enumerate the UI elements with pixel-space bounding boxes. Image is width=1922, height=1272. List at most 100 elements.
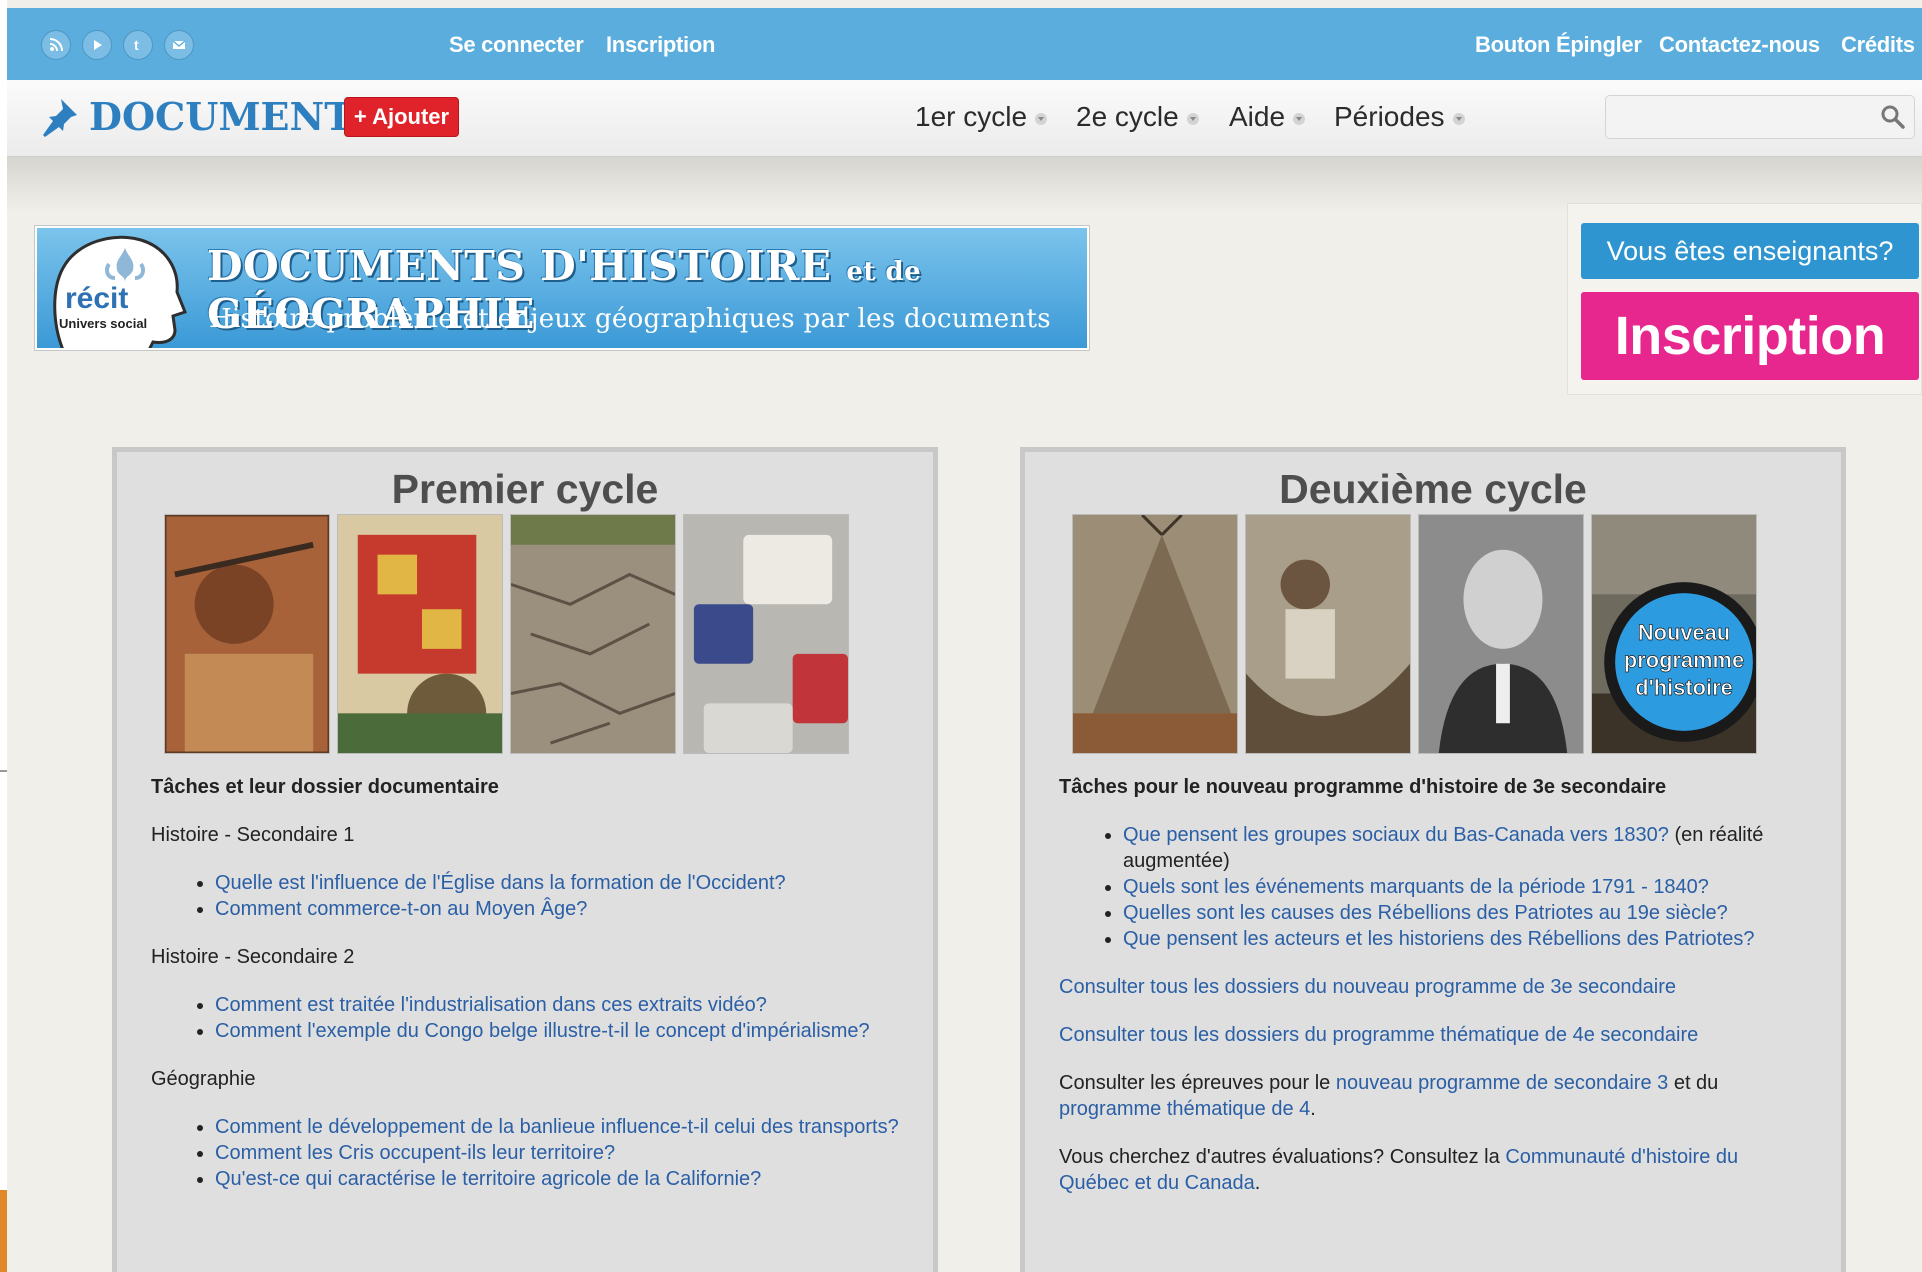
- premier-cycle-panel: Premier cycle Tâches et leur dossier doc…: [112, 447, 938, 1272]
- task-link[interactable]: Comment commerce-t-on au Moyen Âge?: [215, 898, 587, 920]
- task-link[interactable]: Comment le développement de la banlieue …: [215, 1116, 899, 1138]
- premier-content: Tâches et leur dossier documentaire Hist…: [151, 774, 903, 1214]
- signup-link[interactable]: Inscription: [606, 32, 715, 58]
- task-link[interactable]: Quelles sont les causes des Rébellions d…: [1123, 902, 1728, 924]
- list-item: Comment est traitée l'industrialisation …: [215, 992, 903, 1018]
- badge-line: Nouveau: [1638, 620, 1730, 645]
- nouveau-programme-badge[interactable]: Nouveau programme d'histoire: [1602, 543, 1757, 754]
- banner-title-mid: et de: [846, 257, 922, 287]
- recit-logo-icon: récit Univers social: [53, 235, 187, 348]
- list-item: Quelles sont les causes des Rébellions d…: [1123, 900, 1811, 926]
- dry-earth-image[interactable]: [510, 514, 676, 754]
- list-item: Quels sont les événements marquants de l…: [1123, 874, 1811, 900]
- consult-3e-paragraph: Consulter tous les dossiers du nouveau p…: [1059, 974, 1811, 1000]
- image-strip: [164, 514, 856, 754]
- credits-link[interactable]: Crédits: [1841, 32, 1915, 58]
- inscription-button[interactable]: Inscription: [1581, 292, 1919, 380]
- list-item: Que pensent les acteurs et les historien…: [1123, 926, 1811, 952]
- teachers-button[interactable]: Vous êtes enseignants?: [1581, 223, 1919, 279]
- add-button[interactable]: + Ajouter: [344, 97, 459, 137]
- menu-label: Périodes: [1334, 101, 1445, 132]
- menu-aide[interactable]: Aide: [1229, 101, 1306, 133]
- consult-4e-paragraph: Consulter tous les dossiers du programme…: [1059, 1022, 1811, 1048]
- image-strip: Nouveau programme d'histoire: [1072, 514, 1764, 754]
- search-box: [1605, 95, 1915, 139]
- task-link[interactable]: Qu'est-ce qui caractérise le territoire …: [215, 1168, 761, 1190]
- search-icon[interactable]: [1880, 104, 1906, 130]
- svg-text:t: t: [134, 37, 139, 53]
- link-list: Comment est traitée l'industrialisation …: [151, 992, 903, 1044]
- menu-label: 1er cycle: [915, 101, 1028, 132]
- banner-flag-image[interactable]: [337, 514, 503, 754]
- pin-button-link[interactable]: Bouton Épingler: [1475, 32, 1642, 58]
- top-bar: t Se connecter Inscription Bouton Épingl…: [7, 8, 1922, 81]
- task-link[interactable]: Que pensent les groupes sociaux du Bas-C…: [1123, 824, 1669, 846]
- list-item: Comment l'exemple du Congo belge illustr…: [215, 1018, 903, 1044]
- contact-link[interactable]: Contactez-nous: [1659, 32, 1820, 58]
- deuxieme-content: Tâches pour le nouveau programme d'histo…: [1059, 774, 1811, 1218]
- list-item: Que pensent les groupes sociaux du Bas-C…: [1123, 822, 1811, 874]
- login-link[interactable]: Se connecter: [449, 32, 584, 58]
- programme-thematique-link[interactable]: programme thématique de 4: [1059, 1098, 1310, 1120]
- list-item: Comment le développement de la banlieue …: [215, 1114, 903, 1140]
- menu-periodes[interactable]: Périodes: [1334, 101, 1465, 133]
- consult-3e-link[interactable]: Consulter tous les dossiers du nouveau p…: [1059, 976, 1676, 998]
- politician-image[interactable]: [1418, 514, 1584, 754]
- menu-label: 2e cycle: [1076, 101, 1179, 132]
- task-link[interactable]: Que pensent les acteurs et les historien…: [1123, 928, 1754, 950]
- section-label: Histoire - Secondaire 2: [151, 946, 355, 968]
- link-list: Comment le développement de la banlieue …: [151, 1114, 903, 1192]
- epreuves-text: et du: [1668, 1072, 1719, 1094]
- left-edge-strip: [0, 1190, 7, 1272]
- epreuves-text: Consulter les épreuves pour le: [1059, 1072, 1336, 1094]
- tasks-heading: Tâches pour le nouveau programme d'histo…: [1059, 776, 1667, 798]
- logo-text: DOCUMENTS: [89, 94, 380, 139]
- nouveau-programme-link[interactable]: nouveau programme de secondaire 3: [1336, 1072, 1668, 1094]
- list-item: Qu'est-ce qui caractérise le territoire …: [215, 1166, 903, 1192]
- section-label: Géographie: [151, 1068, 256, 1090]
- site-logo[interactable]: DOCUMENTS: [37, 94, 380, 139]
- consult-4e-link[interactable]: Consulter tous les dossiers du programme…: [1059, 1024, 1698, 1046]
- list-item: Quelle est l'influence de l'Église dans …: [215, 870, 903, 896]
- page: t Se connecter Inscription Bouton Épingl…: [7, 0, 1922, 1272]
- list-item: Comment les Cris occupent-ils leur terri…: [215, 1140, 903, 1166]
- section-label: Histoire - Secondaire 1: [151, 824, 355, 846]
- epreuves-text: .: [1310, 1098, 1316, 1120]
- task-link[interactable]: Quelle est l'influence de l'Église dans …: [215, 872, 786, 894]
- banner-subtitle: Histoire problème et enjeux géographique…: [209, 304, 1051, 334]
- tumblr-icon[interactable]: t: [123, 30, 153, 60]
- autres-text: .: [1254, 1172, 1261, 1194]
- task-link[interactable]: Comment les Cris occupent-ils leur terri…: [215, 1142, 615, 1164]
- deuxieme-cycle-panel: Deuxième cycle Nouveau programme d'histo…: [1020, 447, 1846, 1272]
- chevron-down-icon: [1186, 113, 1199, 125]
- chevron-down-icon: [1035, 113, 1048, 125]
- link-list: Quelle est l'influence de l'Église dans …: [151, 870, 903, 922]
- logo-recit-text: récit: [65, 282, 128, 315]
- email-icon[interactable]: [164, 30, 194, 60]
- pin-icon: [43, 98, 77, 137]
- site-banner: récit Univers social DOCUMENTS D'HISTOIR…: [35, 226, 1089, 350]
- teepee-image[interactable]: [1072, 514, 1238, 754]
- autres-text: Vous cherchez d'autres évaluations? Cons…: [1059, 1146, 1506, 1168]
- menu-2e-cycle[interactable]: 2e cycle: [1076, 101, 1199, 133]
- task-link[interactable]: Comment est traitée l'industrialisation …: [215, 994, 767, 1016]
- rss-icon[interactable]: [41, 30, 71, 60]
- task-link[interactable]: Comment l'exemple du Congo belge illustr…: [215, 1020, 870, 1042]
- badge-line: programme: [1624, 647, 1744, 672]
- left-edge-mark: [0, 770, 7, 772]
- canoe-image[interactable]: [1245, 514, 1411, 754]
- epreuves-paragraph: Consulter les épreuves pour le nouveau p…: [1059, 1070, 1811, 1122]
- menu-1er-cycle[interactable]: 1er cycle: [915, 101, 1048, 133]
- search-input[interactable]: [1606, 96, 1878, 138]
- traffic-image[interactable]: [683, 514, 849, 754]
- menu-label: Aide: [1229, 101, 1286, 132]
- chevron-down-icon: [1293, 113, 1306, 125]
- mosaic-image[interactable]: [164, 514, 330, 754]
- list-item: Comment commerce-t-on au Moyen Âge?: [215, 896, 903, 922]
- link-list: Que pensent les groupes sociaux du Bas-C…: [1059, 822, 1811, 952]
- logo-univers-text: Univers social: [59, 316, 147, 331]
- task-link[interactable]: Quels sont les événements marquants de l…: [1123, 876, 1709, 898]
- banner-title-a: DOCUMENTS D'HISTOIRE: [207, 242, 832, 290]
- crowd-image[interactable]: Nouveau programme d'histoire: [1591, 514, 1757, 754]
- youtube-icon[interactable]: [82, 30, 112, 60]
